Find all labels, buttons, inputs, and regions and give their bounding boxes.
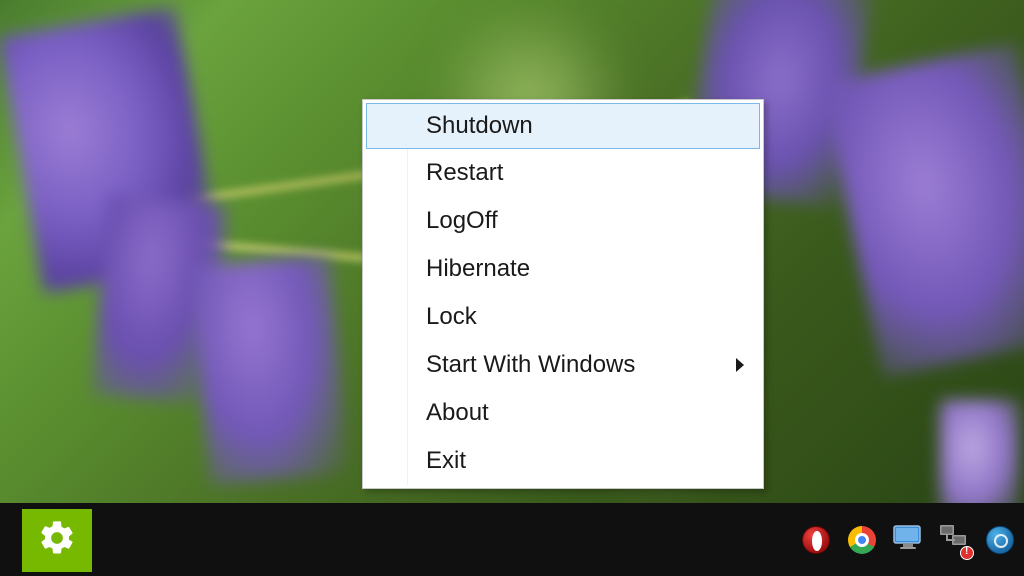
menu-item-label: Exit [408,447,760,475]
alert-badge-icon [960,546,974,560]
menu-item-label: Start With Windows [408,351,760,379]
menu-item-lock[interactable]: Lock [366,293,760,341]
menu-item-exit[interactable]: Exit [366,437,760,485]
taskbar [0,503,1024,576]
menu-item-label: Lock [408,303,760,331]
menu-item-restart[interactable]: Restart [366,149,760,197]
monitor-icon [892,523,924,556]
gear-icon [37,518,77,563]
menu-icon-gutter [366,437,408,485]
opera-icon [802,526,830,554]
menu-icon-gutter [366,245,408,293]
tray-opera-icon[interactable] [798,522,834,558]
menu-item-label: Restart [408,159,760,187]
menu-icon-gutter [366,389,408,437]
chrome-icon [848,526,876,554]
menu-icon-gutter [367,104,408,148]
system-tray [798,503,1018,576]
menu-item-label: Hibernate [408,255,760,283]
tray-app-icon[interactable] [982,522,1018,558]
menu-icon-gutter [366,149,408,197]
app-icon [986,526,1014,554]
menu-item-logoff[interactable]: LogOff [366,197,760,245]
menu-item-start-with-windows[interactable]: Start With Windows [366,341,760,389]
menu-icon-gutter [366,197,408,245]
menu-item-label: About [408,399,760,427]
start-button[interactable] [22,509,92,572]
submenu-arrow-icon [736,358,744,372]
menu-item-about[interactable]: About [366,389,760,437]
menu-icon-gutter [366,341,408,389]
tray-context-menu: Shutdown Restart LogOff Hibernate Lock S… [362,99,764,489]
tray-network-icon[interactable] [936,522,972,558]
menu-icon-gutter [366,293,408,341]
menu-item-hibernate[interactable]: Hibernate [366,245,760,293]
tray-chrome-icon[interactable] [844,522,880,558]
menu-item-shutdown[interactable]: Shutdown [366,103,760,149]
menu-item-label: Shutdown [408,112,759,140]
menu-item-label: LogOff [408,207,760,235]
tray-monitor-icon[interactable] [890,522,926,558]
